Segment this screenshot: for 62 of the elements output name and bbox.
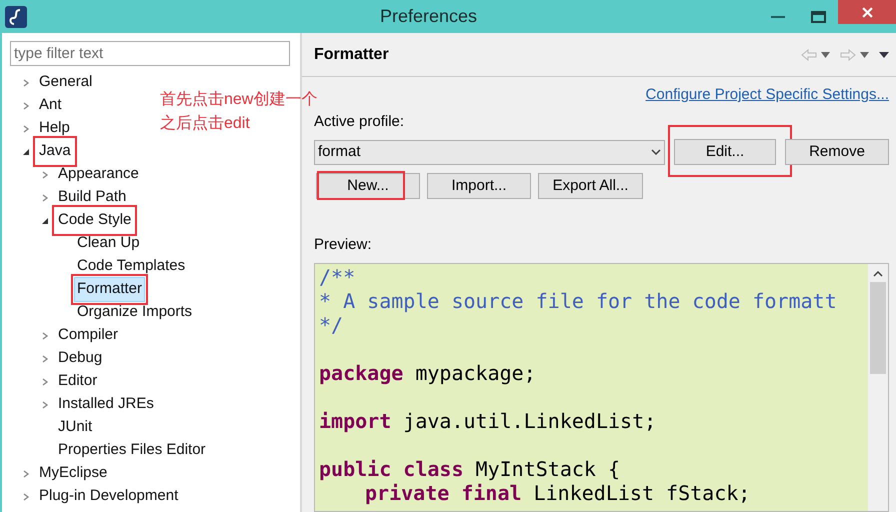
tree-item[interactable]: Appearance — [55, 162, 142, 187]
tree-item[interactable]: Ant — [36, 93, 65, 118]
project-settings-link[interactable]: Configure Project Specific Settings... — [646, 84, 889, 106]
filter-field[interactable]: type filter text — [10, 41, 290, 66]
tree-item[interactable]: Clean Up — [74, 231, 143, 256]
tree-item[interactable]: Code Style — [55, 208, 134, 233]
page-title: Formatter — [314, 44, 389, 64]
profile-button[interactable]: Edit... — [674, 139, 776, 165]
scrollbar[interactable] — [868, 264, 888, 511]
tree-item[interactable]: JUnit — [55, 415, 96, 440]
tree-item[interactable]: Code Templates — [74, 254, 188, 279]
tree-item[interactable]: Plug-in Development — [36, 484, 182, 509]
code-line: * A sample source file for the code formatt — [319, 288, 837, 312]
menu-caret-icon[interactable] — [879, 52, 889, 58]
tree-item[interactable]: Build Path — [55, 185, 130, 210]
code-line: private final LinkedList fStack; — [364, 480, 750, 504]
tree-item[interactable]: Formatter — [74, 277, 146, 302]
profile-button[interactable]: New... — [316, 173, 420, 199]
expanded-triangle-icon[interactable] — [22, 148, 30, 156]
tree-item[interactable]: Debug — [55, 346, 106, 371]
dropdown-caret-icon[interactable] — [821, 52, 830, 58]
code-line: import java.util.LinkedList; — [319, 408, 656, 432]
tree-item[interactable]: Java — [36, 139, 74, 164]
scroll-thumb[interactable] — [870, 282, 886, 374]
chevron-down-icon — [651, 149, 661, 155]
collapsed-chevron-icon[interactable] — [41, 332, 49, 340]
profile-button[interactable]: Export All... — [538, 173, 643, 199]
annotation-note: 首先点击new创建一个 — [160, 90, 318, 110]
tree-item[interactable]: Editor — [55, 369, 100, 394]
profile-button[interactable]: Import... — [427, 173, 531, 199]
collapsed-chevron-icon[interactable] — [22, 78, 30, 86]
collapsed-chevron-icon[interactable] — [41, 194, 49, 202]
collapsed-chevron-icon[interactable] — [41, 400, 49, 408]
scroll-up-icon[interactable] — [873, 270, 883, 276]
tree-item[interactable]: MyEclipse — [36, 461, 110, 486]
profile-dropdown[interactable]: format — [314, 140, 665, 164]
collapsed-chevron-icon[interactable] — [41, 354, 49, 362]
dropdown-caret-icon[interactable] — [860, 52, 869, 58]
tree-item[interactable]: Properties Files Editor — [55, 438, 209, 463]
tree-item[interactable]: Organize Imports — [74, 300, 196, 325]
code-line: /** — [319, 264, 356, 288]
app-logo-icon — [5, 6, 27, 28]
code-line: */ — [319, 312, 344, 336]
tree-item[interactable]: General — [36, 70, 96, 95]
tree-item[interactable]: Installed JREs — [55, 392, 157, 417]
collapsed-chevron-icon[interactable] — [22, 102, 30, 110]
tree-item[interactable]: Compiler — [55, 323, 122, 348]
collapsed-chevron-icon[interactable] — [22, 470, 30, 478]
collapsed-chevron-icon[interactable] — [22, 492, 30, 500]
profile-button[interactable]: Remove — [785, 139, 889, 165]
tree-item[interactable]: Help — [36, 116, 73, 141]
profile-label: Active profile: — [314, 112, 406, 132]
collapsed-chevron-icon[interactable] — [41, 170, 49, 178]
collapsed-chevron-icon[interactable] — [41, 378, 49, 386]
close-button[interactable] — [838, 0, 896, 24]
collapsed-chevron-icon[interactable] — [22, 124, 30, 132]
code-line: package mypackage; — [319, 360, 536, 384]
code-line: public class MyIntStack { — [319, 456, 620, 480]
window-title: Preferences — [380, 5, 478, 28]
expanded-triangle-icon[interactable] — [41, 216, 49, 224]
close-icon — [862, 6, 872, 18]
preview-label: Preview: — [314, 235, 373, 255]
